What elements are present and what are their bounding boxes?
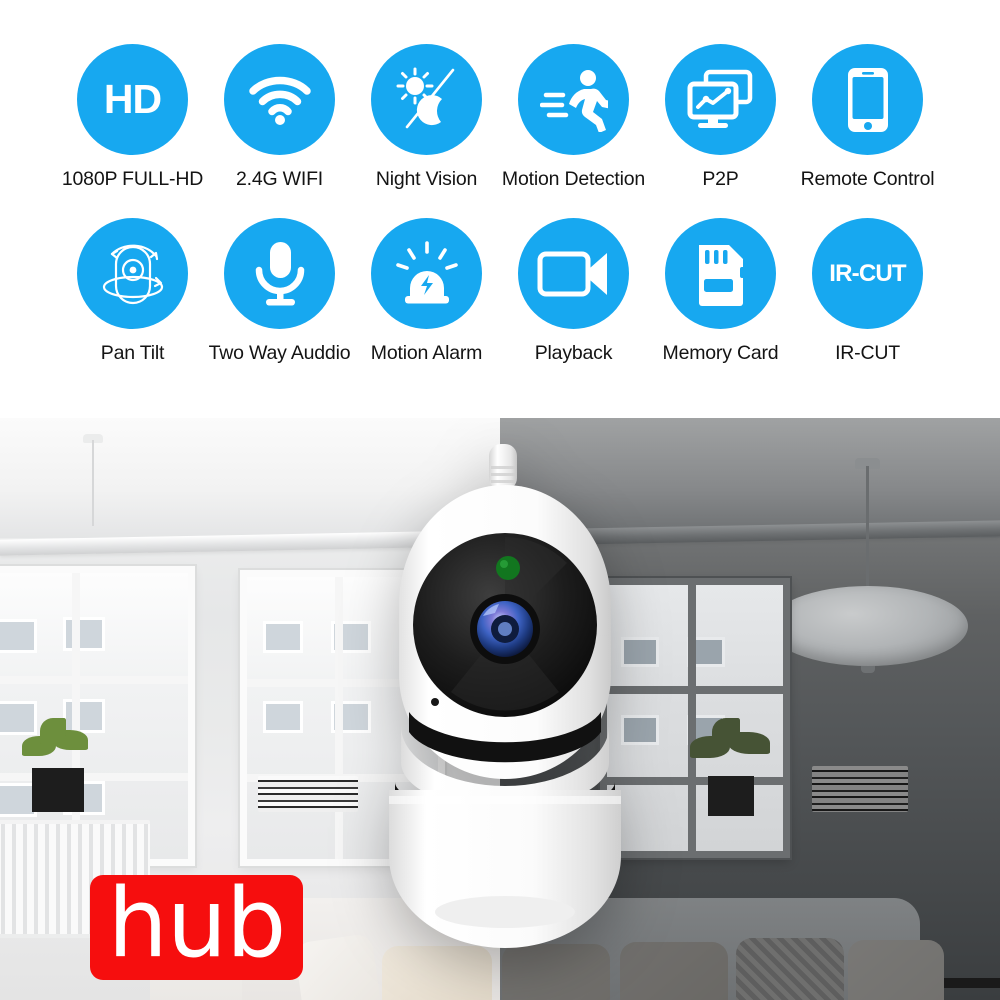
feature-label: Two Way Auddio <box>208 342 351 364</box>
book-stack <box>258 776 358 812</box>
sd-card-icon <box>665 218 776 329</box>
plant-pot <box>708 776 754 816</box>
wifi-pan-tilt-camera-product <box>389 444 621 948</box>
lifestyle-photo-day-night-split: hub Powered by tuya Day Night <box>0 418 1000 1000</box>
hd-badge-icon: HD <box>77 44 188 155</box>
feature-item-playback[interactable]: Playback <box>500 218 647 365</box>
pendant-lamp-shade <box>768 586 968 666</box>
monitor-devices-icon <box>665 44 776 155</box>
feature-label: P2P <box>702 168 739 190</box>
plant-leaf <box>40 718 66 744</box>
feature-row-2: Pan Tilt Two Way Auddio Motion Alarm Pla… <box>0 218 1000 365</box>
plant-leaf <box>712 718 740 746</box>
ir-cut-icon-text: IR-CUT <box>829 259 906 287</box>
feature-item-memory-card[interactable]: Memory Card <box>647 218 794 365</box>
feature-item-ir-cut[interactable]: IR-CUT IR-CUT <box>794 218 941 365</box>
cushion <box>620 942 728 1000</box>
feature-label: Pan Tilt <box>100 342 165 364</box>
hub-logo-badge: hub <box>90 875 303 980</box>
plant-pot <box>32 768 84 812</box>
feature-label: Night Vision <box>375 168 478 190</box>
feature-label: Motion Alarm <box>370 342 483 364</box>
smartphone-icon <box>812 44 923 155</box>
video-camera-icon <box>518 218 629 329</box>
feature-item-p2p[interactable]: P2P <box>647 44 794 191</box>
microphone-icon <box>224 218 335 329</box>
feature-item-night-vision[interactable]: Night Vision <box>353 44 500 191</box>
feature-label: IR-CUT <box>835 342 900 364</box>
camera-status-led <box>496 556 520 580</box>
feature-label: Memory Card <box>662 342 779 364</box>
cushion <box>736 938 844 1000</box>
camera-foot <box>435 896 575 928</box>
hub-logo-text: hub <box>107 869 287 980</box>
feature-item-1080p-full-hd[interactable]: HD 1080P FULL-HD <box>59 44 206 191</box>
feature-label: Remote Control <box>800 168 935 190</box>
pendant-lamp-cord <box>866 466 869 594</box>
feature-label: Motion Detection <box>501 168 646 190</box>
sun-moon-night-vision-icon <box>371 44 482 155</box>
wifi-icon <box>224 44 335 155</box>
feature-label: 1080P FULL-HD <box>61 168 204 190</box>
feature-item-motion-alarm[interactable]: Motion Alarm <box>353 218 500 365</box>
ceiling-cord <box>92 440 94 526</box>
feature-label: 2.4G WIFI <box>235 168 324 190</box>
camera-microphone-hole <box>431 698 439 706</box>
feature-icon-panel: HD 1080P FULL-HD 2.4G WIFI Night Vision … <box>0 0 1000 418</box>
cushion <box>848 940 944 1000</box>
running-person-motion-icon <box>518 44 629 155</box>
ir-cut-text-icon: IR-CUT <box>812 218 923 329</box>
feature-item-motion-detection[interactable]: Motion Detection <box>500 44 647 191</box>
window-exterior-view <box>0 573 188 859</box>
pan-tilt-rotation-icon <box>77 218 188 329</box>
cushion <box>382 946 492 1000</box>
camera-antenna <box>489 444 517 490</box>
cushion <box>502 944 610 1000</box>
feature-row-1: HD 1080P FULL-HD 2.4G WIFI Night Vision … <box>0 44 1000 191</box>
product-marketing-image: HD 1080P FULL-HD 2.4G WIFI Night Vision … <box>0 0 1000 1000</box>
feature-item-wifi[interactable]: 2.4G WIFI <box>206 44 353 191</box>
feature-item-two-way-audio[interactable]: Two Way Auddio <box>206 218 353 365</box>
hd-badge-icon-text: HD <box>103 76 162 122</box>
feature-item-pan-tilt[interactable]: Pan Tilt <box>59 218 206 365</box>
feature-item-remote-control[interactable]: Remote Control <box>794 44 941 191</box>
book-stack <box>812 766 908 812</box>
siren-alarm-icon <box>371 218 482 329</box>
feature-label: Playback <box>534 342 613 364</box>
